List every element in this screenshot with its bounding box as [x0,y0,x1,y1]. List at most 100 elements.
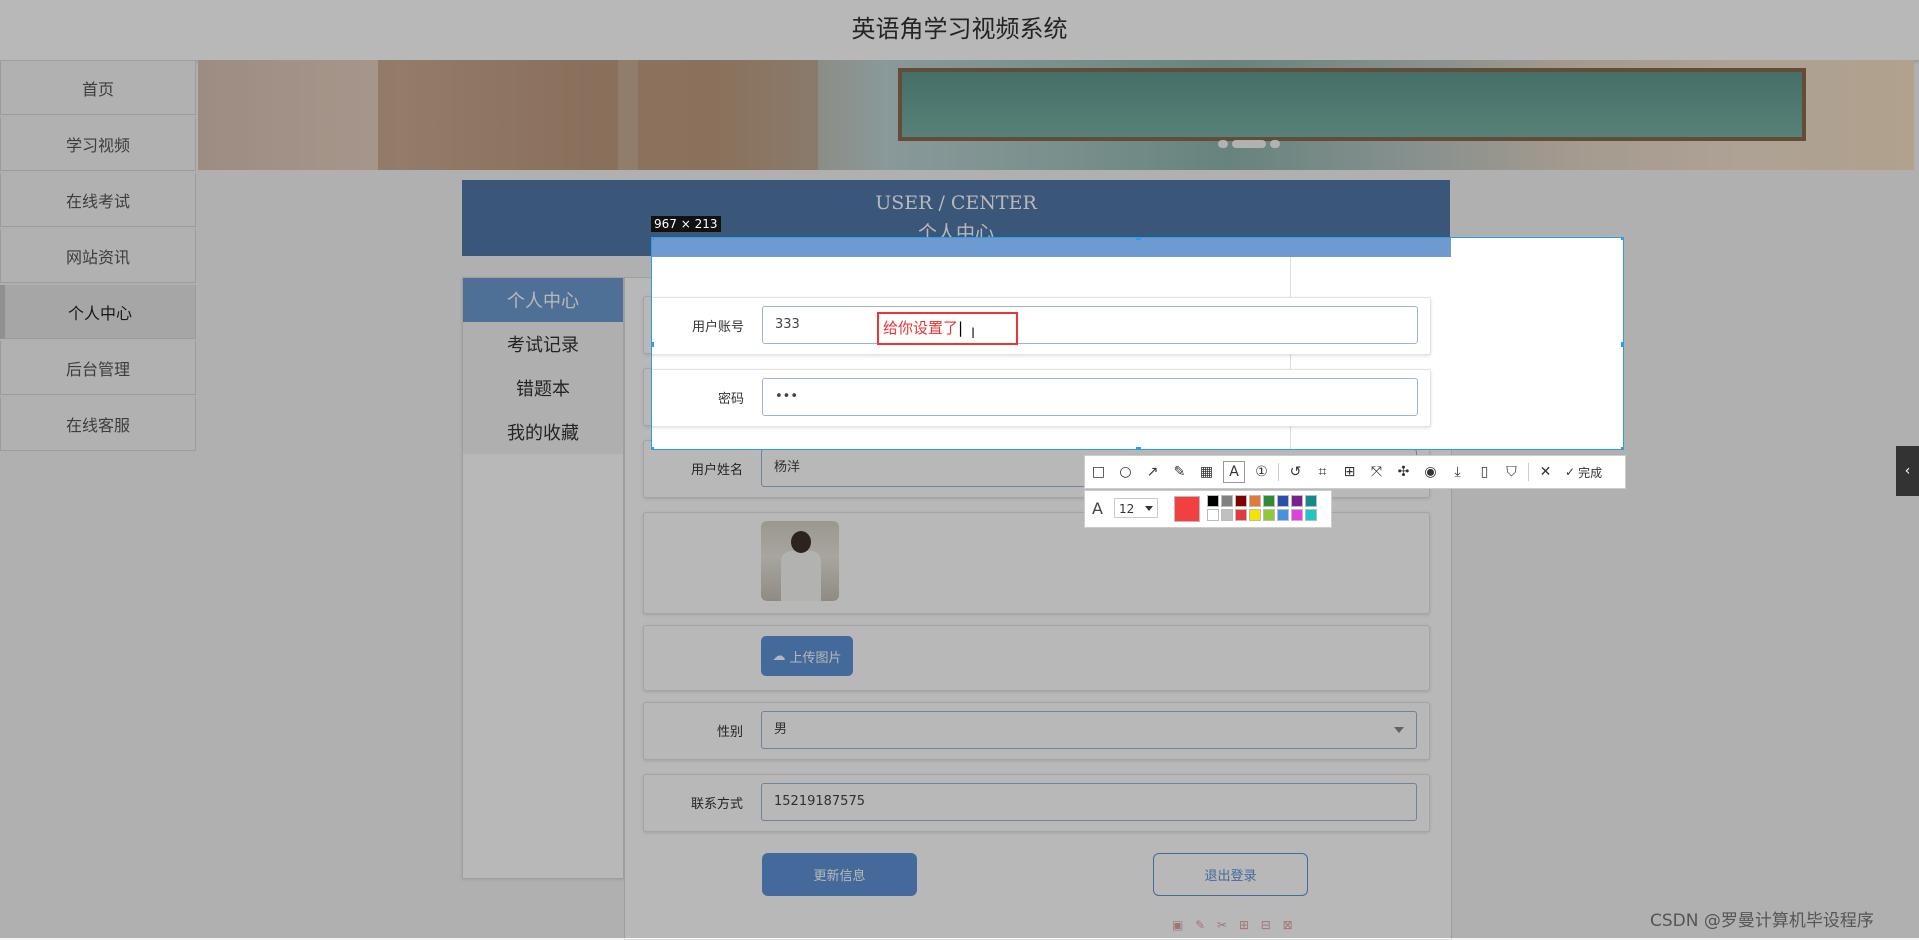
color-swatch[interactable] [1263,495,1275,507]
sidebar-item-home[interactable]: 首页 [0,61,196,115]
color-swatch[interactable] [1249,495,1261,507]
carousel-dot[interactable] [1218,140,1228,148]
sidebar-item-user-center[interactable]: 个人中心 [0,285,196,339]
bookshelf-graphic [378,60,618,170]
ellipse-icon[interactable]: ○ [1112,456,1139,488]
resize-handle[interactable] [1621,447,1623,449]
menu-item-wrong-questions[interactable]: 错题本 [463,366,623,410]
site-header: 英语角学习视频系统 [0,0,1919,61]
color-swatch[interactable] [1207,495,1219,507]
upload-image-label: 上传图片 [789,650,842,666]
name-label: 用户姓名 [690,463,743,478]
text-annotation[interactable]: 给你设置了| [877,312,1018,345]
carousel-indicators[interactable] [1218,140,1280,148]
text-cursor-icon: I [971,326,976,342]
done-button[interactable]: ✓ 完成 [1559,464,1608,481]
upload-image-button[interactable]: ☁ 上传图片 [761,636,853,676]
password-input[interactable]: ••• [762,378,1418,416]
resize-handle[interactable] [652,342,654,347]
bookshelf-graphic [638,60,818,170]
serial-number-icon[interactable]: ① [1248,456,1275,488]
undo-icon[interactable]: ↺ [1282,456,1309,488]
color-swatch[interactable] [1221,495,1233,507]
avatar-figure [781,551,821,601]
color-swatch[interactable] [1277,495,1289,507]
bookmark-icon[interactable]: ⛉ [1498,456,1525,488]
menu-item-profile[interactable]: 个人中心 [463,278,623,322]
footer-icons-faint: ▣ ✎ ✂ ⊞ ⊟ ⊠ [1172,918,1297,932]
color-swatch[interactable] [1249,509,1261,521]
selection-heading-copy [652,238,1451,257]
form-row-upload: ☁ 上传图片 [643,625,1430,691]
chalkboard-graphic [898,68,1806,141]
gender-select[interactable]: 男 [761,711,1417,749]
capture-selection[interactable]: 用户账号 333 密码 ••• [651,237,1624,450]
toolbar-divider [1278,463,1279,481]
chevron-left-icon: ‹ [1904,463,1911,479]
long-screenshot-icon[interactable]: ▯ [1471,456,1498,488]
sidebar-item-videos[interactable]: 学习视频 [0,117,196,171]
close-icon[interactable]: ✕ [1532,456,1559,488]
color-swatch[interactable] [1221,509,1233,521]
resize-handle[interactable] [1136,238,1141,240]
sidebar-nav: 首页 学习视频 在线考试 网站资讯 个人中心 后台管理 在线客服 [0,61,196,453]
scroll-capture-icon[interactable]: ⤧ [1363,456,1390,488]
done-label: 完成 [1578,465,1603,480]
current-color-swatch[interactable] [1174,496,1200,522]
mosaic-icon[interactable]: ▦ [1193,456,1220,488]
color-swatch[interactable] [1207,509,1219,521]
capture-size-label: 967 × 213 [651,216,721,232]
font-size-select[interactable]: 12 [1114,498,1158,518]
color-swatch[interactable] [1291,495,1303,507]
avatar [761,521,839,601]
annotation-text: 给你设置了 [883,319,959,337]
record-icon[interactable]: ◉ [1417,456,1444,488]
password-label: 密码 [717,392,744,407]
toolbar-divider [1528,463,1529,481]
gender-value: 男 [774,722,788,737]
carousel-dot[interactable] [1232,140,1266,148]
resize-handle[interactable] [1136,447,1141,449]
form-row-phone: 联系方式 15219187575 [643,774,1430,832]
check-icon: ✓ [1565,465,1576,479]
pin-icon[interactable]: ✣ [1390,456,1417,488]
translate-icon[interactable]: ⊞ [1336,456,1363,488]
sidebar-item-news[interactable]: 网站资讯 [0,229,196,283]
color-swatch[interactable] [1291,509,1303,521]
save-icon[interactable]: ⤓ [1444,456,1471,488]
sidebar-item-admin[interactable]: 后台管理 [0,341,196,395]
avatar-figure [791,531,811,553]
rectangle-icon[interactable]: □ [1085,456,1112,488]
pen-icon[interactable]: ✎ [1166,456,1193,488]
logout-button[interactable]: 退出登录 [1153,853,1308,896]
sidebar-item-exam[interactable]: 在线考试 [0,173,196,227]
carousel-dot[interactable] [1270,140,1280,148]
watermark-text: CSDN @罗曼计算机毕设程序 [1650,911,1874,931]
color-swatch[interactable] [1277,509,1289,521]
banner-image [198,60,1914,170]
capture-toolbar: □ ○ ↗ ✎ ▦ A ① ↺ ⌗ ⊞ ⤧ ✣ ◉ ⤓ ▯ ⛉ ✕ ✓ 完成 [1084,455,1626,489]
collapse-panel-tab[interactable]: ‹ [1896,446,1919,496]
color-swatch[interactable] [1235,509,1247,521]
arrow-icon[interactable]: ↗ [1139,456,1166,488]
color-swatch[interactable] [1305,509,1317,521]
update-info-button[interactable]: 更新信息 [762,853,917,896]
color-swatch[interactable] [1235,495,1247,507]
sidebar-item-support[interactable]: 在线客服 [0,397,196,451]
user-center-menu: 个人中心 考试记录 错题本 我的收藏 [462,277,624,879]
ocr-icon[interactable]: ⌗ [1309,456,1336,488]
account-input[interactable]: 333 [762,306,1418,344]
color-swatch[interactable] [1305,495,1317,507]
menu-item-favorites[interactable]: 我的收藏 [463,410,623,454]
cloud-upload-icon: ☁ [772,648,786,664]
text-icon[interactable]: A [1223,461,1245,483]
resize-handle[interactable] [1621,238,1623,240]
resize-handle[interactable] [1621,342,1623,347]
text-style-bar: A 12 [1084,490,1332,528]
menu-item-exam-records[interactable]: 考试记录 [463,322,623,366]
color-swatch[interactable] [1263,509,1275,521]
resize-handle[interactable] [652,447,654,449]
account-label: 用户账号 [691,320,744,335]
phone-input[interactable]: 15219187575 [761,783,1417,821]
resize-handle[interactable] [652,238,654,240]
